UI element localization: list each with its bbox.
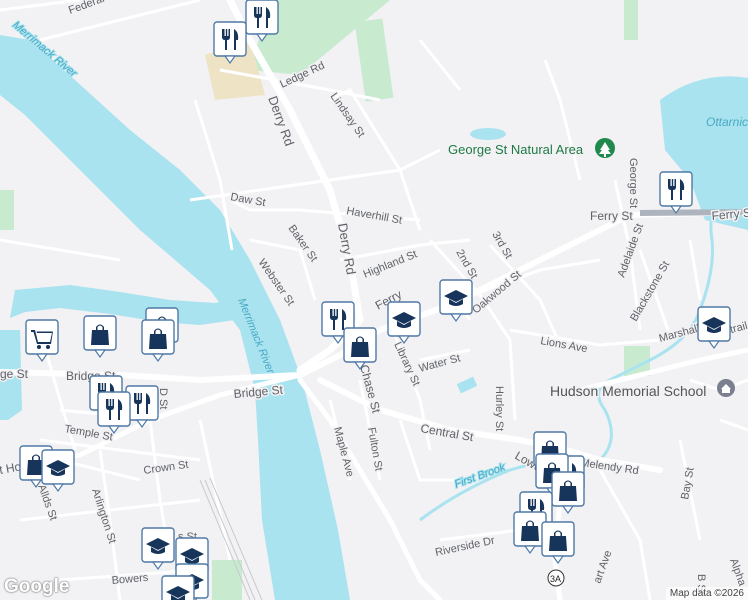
shopping-bag-poi-marker[interactable]: [551, 471, 585, 515]
street-label: Haverhill St: [345, 205, 402, 227]
street-label: Alpha: [727, 557, 748, 588]
street-label: Lindsay St: [328, 91, 367, 140]
pond: [470, 128, 506, 140]
park-area: [624, 0, 638, 40]
street-label: Ferry St: [711, 205, 748, 223]
street-label: D St: [157, 388, 169, 409]
fork-knife-poi-marker[interactable]: [97, 391, 131, 435]
shopping-bag-poi-marker[interactable]: [513, 511, 547, 555]
park-area: [354, 18, 394, 102]
street-label: Melendy Rd: [580, 457, 640, 477]
school-label: Hudson Memorial School: [550, 383, 706, 399]
park-label: George St Natural Area: [448, 142, 584, 157]
street-label: George St: [627, 158, 639, 208]
street-label: Derry Rd: [335, 222, 359, 276]
shopping-bag-poi-marker[interactable]: [83, 315, 117, 359]
street-label: Fulton St: [365, 426, 384, 471]
street-label: Lions Ave: [539, 335, 588, 355]
school-icon[interactable]: [717, 379, 735, 397]
graduation-cap-poi-marker[interactable]: [697, 306, 731, 350]
street-label: Bowers: [111, 572, 149, 587]
street-label: Ferry St: [590, 209, 633, 223]
park-area: [212, 560, 242, 600]
google-logo: Google: [4, 576, 70, 597]
graduation-cap-poi-marker[interactable]: [161, 575, 195, 600]
route-label: 3A: [550, 574, 561, 584]
shopping-bag-poi-marker[interactable]: [141, 319, 175, 363]
map-attribution[interactable]: Map data ©2026: [665, 587, 748, 600]
street-label: 3rd St: [489, 230, 514, 261]
shopping-bag-poi-marker[interactable]: [541, 521, 575, 565]
street-label: Daw St: [229, 191, 266, 209]
street-label: Hurley St: [493, 386, 505, 431]
park-area: [0, 190, 14, 230]
route-shield: 3A: [547, 569, 565, 587]
street-label: Crown St: [143, 459, 189, 477]
street-label: Federal: [67, 0, 106, 17]
shopping-cart-poi-marker[interactable]: [25, 319, 59, 363]
map-canvas[interactable]: Federal Ledge Rd Lindsay St Derry Rd Der…: [0, 0, 748, 600]
street-label: Bay St: [679, 467, 696, 501]
street-label: Maple Ave: [331, 426, 356, 479]
graduation-cap-poi-marker[interactable]: [141, 527, 175, 571]
street-label: Arlington St: [89, 487, 118, 545]
river-inlet: [10, 285, 235, 325]
graduation-cap-poi-marker[interactable]: [387, 301, 421, 345]
tree-icon[interactable]: [595, 138, 615, 158]
pond-label: Ottarnic: [706, 115, 748, 129]
street-label: ge St: [0, 367, 29, 381]
street-label: 2nd St: [453, 248, 479, 282]
fork-knife-poi-marker[interactable]: [659, 171, 693, 215]
street-label: Allds St: [35, 483, 59, 522]
street-label: art Ave: [592, 549, 615, 585]
pond: [456, 376, 478, 394]
